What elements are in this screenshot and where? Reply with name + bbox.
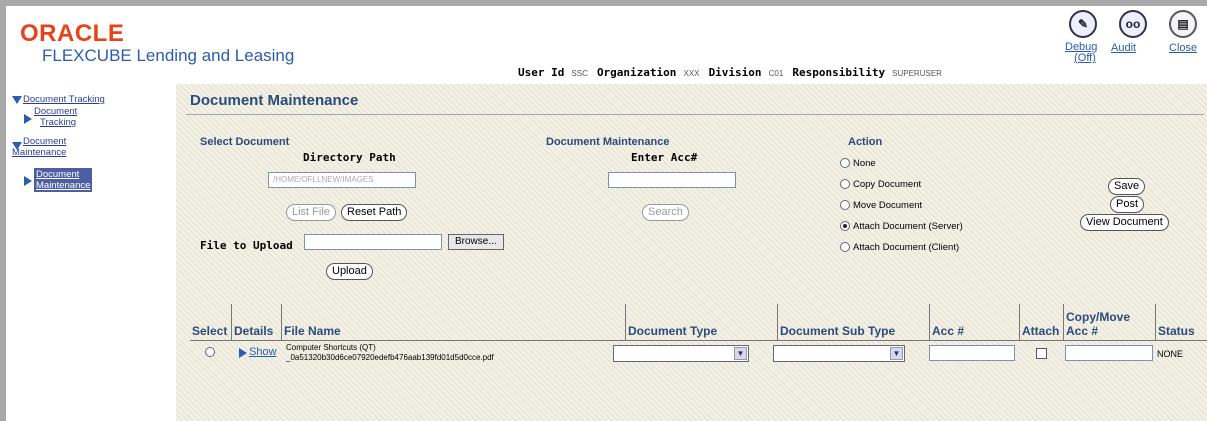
directory-path-field[interactable]: /HOME/OFLLNEW/IMAGES bbox=[268, 172, 416, 188]
col-document-type: Document Type bbox=[626, 304, 778, 340]
nav-document-tracking-item[interactable]: Document Tracking bbox=[34, 106, 77, 128]
user-id-label: User Id bbox=[518, 66, 565, 79]
debug-icon[interactable]: ✎ bbox=[1069, 10, 1097, 38]
debug-state[interactable]: (Off) bbox=[1065, 53, 1097, 64]
col-copy-move-acc: Copy/Move Acc # bbox=[1064, 304, 1156, 340]
document-type-select[interactable]: ▼ bbox=[613, 345, 749, 362]
action-option-label: Copy Document bbox=[853, 179, 922, 190]
col-status: Status bbox=[1156, 304, 1207, 340]
close-icon[interactable]: ▤ bbox=[1169, 10, 1197, 38]
divider bbox=[186, 114, 1204, 115]
column-header: Select bbox=[192, 324, 228, 338]
col-acc: Acc # bbox=[930, 304, 1020, 340]
directory-path-label: Directory Path bbox=[303, 151, 396, 164]
action-move-radio[interactable] bbox=[840, 200, 850, 210]
status-value: NONE bbox=[1157, 349, 1184, 359]
post-button[interactable]: Post bbox=[1110, 196, 1145, 213]
product-name: FLEXCUBE Lending and Leasing bbox=[42, 46, 295, 65]
enter-acc-label: Enter Acc# bbox=[631, 151, 698, 164]
action-option-label: Attach Document (Client) bbox=[853, 242, 960, 253]
nav-group-line-1[interactable]: Document bbox=[23, 136, 66, 147]
expand-triangle-icon[interactable] bbox=[12, 96, 22, 104]
column-header: Document Type bbox=[628, 324, 718, 338]
account-number-input[interactable] bbox=[608, 172, 736, 188]
col-document-sub-type: Document Sub Type bbox=[778, 304, 930, 340]
column-header: Acc # bbox=[1066, 324, 1099, 338]
col-file-name: File Name bbox=[282, 304, 626, 340]
audit-icon[interactable]: oo bbox=[1119, 10, 1147, 38]
browse-button[interactable]: Browse... bbox=[448, 234, 504, 250]
column-header: File Name bbox=[284, 324, 341, 338]
action-option-label: Move Document bbox=[853, 200, 923, 211]
column-header: Attach bbox=[1022, 324, 1060, 338]
nav-item-line-1[interactable]: Document bbox=[36, 169, 90, 180]
column-header: Details bbox=[234, 324, 274, 338]
app-header: ORACLE FLEXCUBE Lending and Leasing User… bbox=[6, 6, 1207, 84]
header-divider bbox=[190, 340, 1207, 341]
details-arrow-icon[interactable] bbox=[239, 348, 247, 358]
view-document-button[interactable]: View Document bbox=[1080, 214, 1169, 231]
column-header: Acc # bbox=[932, 324, 965, 338]
document-maintenance-title: Document Maintenance bbox=[546, 136, 670, 148]
nav-item-line-2[interactable]: Tracking bbox=[34, 117, 77, 128]
audit-link[interactable]: Audit bbox=[1111, 42, 1136, 54]
column-header: Document Sub Type bbox=[780, 324, 896, 338]
save-button[interactable]: Save bbox=[1108, 178, 1146, 195]
file-name-cell: Computer Shortcuts (QT) _0a51320b30d6ce0… bbox=[286, 343, 494, 363]
attach-checkbox[interactable] bbox=[1036, 348, 1047, 359]
arrow-right-icon bbox=[24, 114, 32, 124]
close-link[interactable]: Close bbox=[1169, 42, 1197, 54]
row-acc-input[interactable] bbox=[929, 345, 1015, 361]
nav-document-maintenance[interactable]: Document Maintenance bbox=[12, 136, 66, 158]
oracle-logo: ORACLE bbox=[20, 20, 125, 47]
action-attach-server-radio[interactable] bbox=[840, 221, 850, 231]
show-details-link[interactable]: Show bbox=[249, 346, 277, 358]
user-info-bar: User Id SSC Organization XXX Division C0… bbox=[518, 66, 948, 79]
chevron-down-icon[interactable]: ▼ bbox=[734, 347, 747, 360]
copy-move-acc-input[interactable] bbox=[1065, 345, 1153, 361]
column-header: Status bbox=[1158, 324, 1195, 338]
action-option-label: None bbox=[853, 158, 876, 169]
action-title: Action bbox=[848, 136, 883, 148]
action-option-label: Attach Document (Server) bbox=[853, 221, 963, 232]
nav-group-line-2[interactable]: Maintenance bbox=[12, 147, 66, 158]
file-name-line: _0a51320b30d6ce07920edefb476aab139fd01d5… bbox=[286, 353, 494, 362]
action-attach-client-radio[interactable] bbox=[840, 242, 850, 252]
organization-value: XXX bbox=[683, 69, 700, 78]
page-title: Document Maintenance bbox=[190, 92, 359, 109]
division-value: C01 bbox=[768, 69, 784, 78]
reset-path-button[interactable]: Reset Path bbox=[341, 204, 408, 221]
file-to-upload-label: File to Upload bbox=[200, 239, 293, 252]
select-document-title: Select Document bbox=[200, 136, 290, 148]
search-button[interactable]: Search bbox=[642, 204, 689, 221]
document-sub-type-select[interactable]: ▼ bbox=[773, 345, 905, 362]
chevron-down-icon[interactable]: ▼ bbox=[890, 347, 903, 360]
col-details: Details bbox=[232, 304, 282, 340]
arrow-right-icon bbox=[24, 176, 32, 186]
division-label: Division bbox=[708, 66, 762, 79]
file-name-line: Computer Shortcuts (QT) bbox=[286, 343, 376, 352]
col-select: Select bbox=[190, 304, 232, 340]
nav-document-tracking[interactable]: Document Tracking bbox=[23, 94, 105, 105]
left-navigation: Document Tracking Document Tracking Docu… bbox=[6, 84, 170, 421]
list-file-button[interactable]: List File bbox=[286, 204, 336, 221]
nav-item-line-1[interactable]: Document bbox=[34, 106, 77, 117]
responsibility-value: SUPERUSER bbox=[892, 69, 942, 78]
debug-link[interactable]: Debug (Off) bbox=[1065, 42, 1097, 64]
row-select-radio[interactable] bbox=[205, 347, 215, 357]
column-header: Copy/Move bbox=[1066, 310, 1131, 324]
col-attach: Attach bbox=[1020, 304, 1064, 340]
nav-item-line-2[interactable]: Maintenance bbox=[36, 180, 90, 191]
action-copy-radio[interactable] bbox=[840, 179, 850, 189]
responsibility-label: Responsibility bbox=[792, 66, 886, 79]
user-id-value: SSC bbox=[571, 69, 588, 78]
main-panel: Document Maintenance Select Document Dir… bbox=[176, 84, 1207, 421]
action-none-radio[interactable] bbox=[840, 158, 850, 168]
file-upload-field[interactable] bbox=[304, 234, 442, 250]
organization-label: Organization bbox=[596, 66, 677, 79]
header-actions: ✎ oo ▤ Debug (Off) Audit Close bbox=[1055, 10, 1205, 80]
nav-document-maintenance-item[interactable]: Document Maintenance bbox=[34, 168, 93, 192]
upload-button[interactable]: Upload bbox=[326, 263, 373, 280]
